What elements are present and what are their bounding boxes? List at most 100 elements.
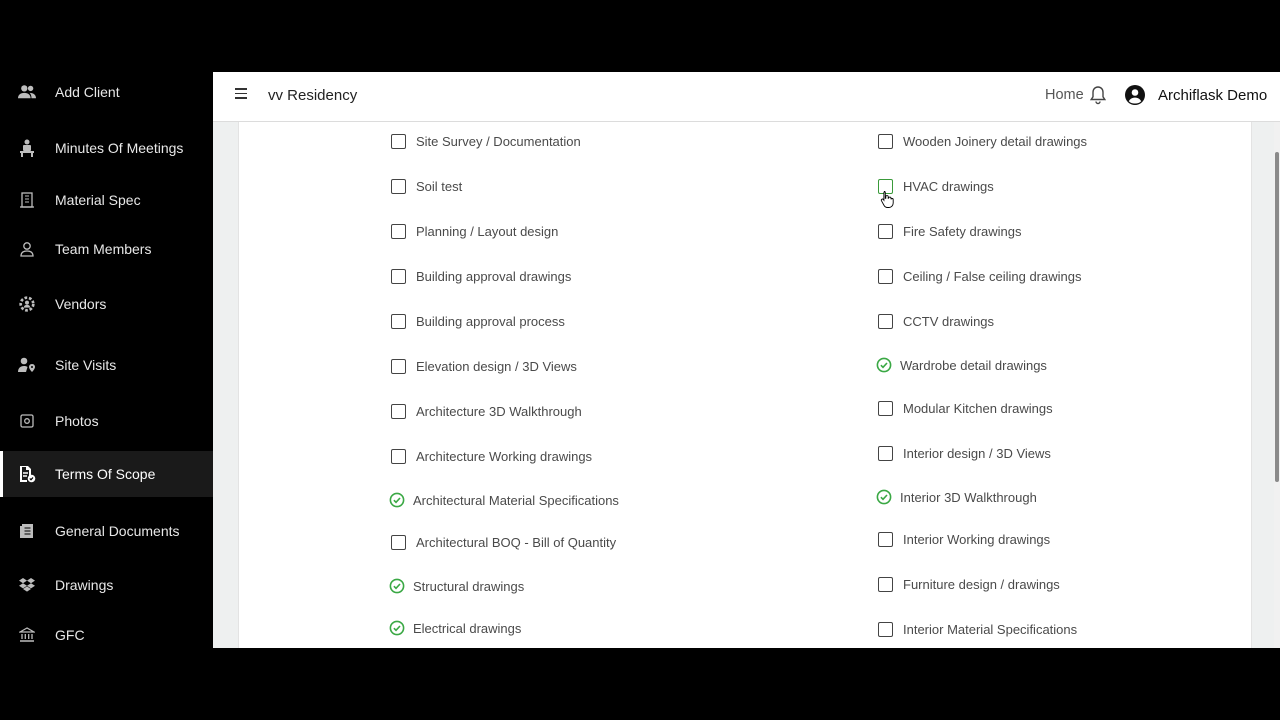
scope-checkbox[interactable] (878, 577, 893, 592)
scope-checkbox[interactable] (391, 269, 406, 284)
sidebar-item-label: Terms Of Scope (55, 466, 156, 482)
scope-checkbox[interactable] (878, 314, 893, 329)
scope-item[interactable]: Architectural BOQ - Bill of Quantity (391, 535, 616, 550)
scope-checkbox[interactable] (391, 535, 406, 550)
users-icon (18, 83, 36, 101)
scope-item[interactable]: Wooden Joinery detail drawings (878, 134, 1087, 149)
scope-item[interactable]: Interior design / 3D Views (878, 446, 1051, 461)
scope-item[interactable]: Wardrobe detail drawings (876, 357, 1047, 373)
scope-checkbox[interactable] (391, 314, 406, 329)
scope-checkbox[interactable] (391, 359, 406, 374)
scope-item-label: Elevation design / 3D Views (416, 359, 577, 374)
scope-item-label: Fire Safety drawings (903, 224, 1022, 239)
sidebar-item-label: Material Spec (55, 192, 141, 208)
scrollbar[interactable] (1274, 122, 1280, 648)
scope-item[interactable]: Interior Material Specifications (878, 622, 1077, 637)
user-outline-icon (18, 240, 36, 258)
sidebar-item-material-spec[interactable]: Material Spec (0, 177, 213, 223)
user-name[interactable]: Archiflask Demo (1158, 87, 1267, 104)
scope-item-label: Architecture Working drawings (416, 449, 593, 464)
sidebar-item-team-members[interactable]: Team Members (0, 226, 213, 272)
sidebar-item-label: Drawings (55, 577, 114, 593)
home-link[interactable]: Home (1045, 87, 1084, 103)
scope-checkbox[interactable] (878, 622, 893, 637)
building-icon (18, 191, 36, 209)
scope-item-label: Planning / Layout design (416, 224, 559, 239)
sidebar-item-drawings[interactable]: Drawings (0, 562, 213, 608)
sidebar-item-label: Site Visits (55, 357, 117, 373)
check-circle-icon[interactable] (389, 620, 405, 636)
scope-item-label: Architectural Material Specifications (413, 492, 619, 508)
check-circle-icon[interactable] (876, 489, 892, 505)
scope-item[interactable]: Soil test (391, 179, 462, 194)
scope-item[interactable]: Electrical drawings (389, 620, 521, 636)
sidebar-item-add-client[interactable]: Add Client (0, 72, 213, 115)
scope-item-label: Electrical drawings (413, 620, 522, 636)
check-circle-icon[interactable] (389, 578, 405, 594)
documents-icon (18, 522, 36, 540)
scope-item-label: Ceiling / False ceiling drawings (903, 269, 1082, 284)
scope-item[interactable]: Building approval drawings (391, 269, 571, 284)
top-bar: vv Residency Home Archiflask Demo (213, 72, 1280, 122)
scope-item-label: CCTV drawings (903, 314, 995, 329)
scope-item[interactable]: Elevation design / 3D Views (391, 359, 577, 374)
scope-item[interactable]: CCTV drawings (878, 314, 994, 329)
scope-item-label: Furniture design / drawings (903, 577, 1060, 592)
sidebar-item-vendors[interactable]: Vendors (0, 281, 213, 327)
sidebar-item-gfc[interactable]: GFC (0, 612, 213, 648)
sidebar-item-minutes-of-meetings[interactable]: Minutes Of Meetings (0, 125, 213, 171)
scope-item-label: Building approval drawings (416, 269, 572, 284)
sidebar-item-site-visits[interactable]: Site Visits (0, 342, 213, 388)
scope-item[interactable]: Architecture 3D Walkthrough (391, 404, 582, 419)
scope-item-label: Interior Working drawings (903, 532, 1051, 547)
scope-checkbox[interactable] (878, 446, 893, 461)
sidebar-item-label: Photos (55, 413, 99, 429)
sidebar-item-terms-of-scope[interactable]: Terms Of Scope (0, 451, 213, 497)
document-check-icon (18, 465, 36, 483)
scope-item[interactable]: Furniture design / drawings (878, 577, 1060, 592)
check-circle-icon[interactable] (876, 357, 892, 373)
scope-checkbox[interactable] (878, 269, 893, 284)
scope-checkbox[interactable] (391, 449, 406, 464)
check-circle-icon[interactable] (389, 492, 405, 508)
scope-checkbox[interactable] (878, 532, 893, 547)
terms-of-scope-panel: Site Survey / Documentation Soil test Plan… (238, 122, 1252, 648)
sidebar-item-label: Minutes Of Meetings (55, 140, 184, 156)
sidebar-item-photos[interactable]: Photos (0, 398, 213, 444)
scope-item[interactable]: HVAC drawings (878, 179, 994, 194)
scope-item[interactable]: Interior Working drawings (878, 532, 1050, 547)
scope-item-label: Wooden Joinery detail drawings (903, 134, 1088, 149)
scope-item[interactable]: Fire Safety drawings (878, 224, 1022, 239)
scope-item[interactable]: Architectural Material Specifications (389, 492, 619, 508)
scope-item[interactable]: Ceiling / False ceiling drawings (878, 269, 1081, 284)
scope-checkbox[interactable] (878, 134, 893, 149)
menu-toggle-icon[interactable] (235, 85, 249, 103)
scope-checkbox[interactable] (391, 224, 406, 239)
scope-item-label: Modular Kitchen drawings (903, 401, 1053, 416)
scope-item[interactable]: Architecture Working drawings (391, 449, 592, 464)
scope-checkbox[interactable] (391, 404, 406, 419)
scope-item-label: Structural drawings (413, 578, 525, 594)
sidebar-item-label: Team Members (55, 241, 152, 257)
scope-item-label: Interior design / 3D Views (903, 446, 1051, 461)
scope-item[interactable]: Interior 3D Walkthrough (876, 489, 1037, 505)
scope-checkbox[interactable] (878, 224, 893, 239)
scope-checkbox[interactable] (878, 401, 893, 416)
scope-item-label: Interior Material Specifications (903, 622, 1078, 637)
bank-icon (18, 626, 36, 644)
scope-item-label: Architectural BOQ - Bill of Quantity (416, 535, 617, 550)
scope-checkbox[interactable] (878, 179, 893, 194)
scope-checkbox[interactable] (391, 134, 406, 149)
scope-item[interactable]: Modular Kitchen drawings (878, 401, 1053, 416)
scrollbar-thumb[interactable] (1275, 152, 1279, 482)
scope-item[interactable]: Structural drawings (389, 578, 524, 594)
scope-checkbox[interactable] (391, 179, 406, 194)
dropbox-icon (18, 576, 36, 594)
user-avatar-icon[interactable] (1124, 84, 1146, 106)
scope-item[interactable]: Building approval process (391, 314, 565, 329)
scope-item-label: Wardrobe detail drawings (900, 357, 1047, 373)
scope-item[interactable]: Planning / Layout design (391, 224, 558, 239)
scope-item[interactable]: Site Survey / Documentation (391, 134, 581, 149)
sidebar-item-general-documents[interactable]: General Documents (0, 508, 213, 554)
bell-icon[interactable] (1089, 85, 1107, 105)
